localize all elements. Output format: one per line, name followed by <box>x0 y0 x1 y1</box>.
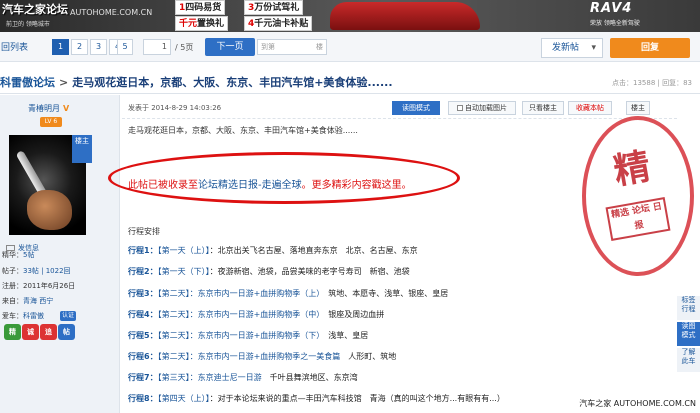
page-number-input[interactable]: 1 <box>143 39 171 55</box>
itinerary-line[interactable]: 行程7：【第三天】：东京迪士尼一日游 千叶县舞滨地区、东京湾 <box>128 372 358 383</box>
itinerary-line[interactable]: 行程4：【第二天】：东京市内一日游+血拼购物季（中） 银座及周边血拼 <box>128 309 384 320</box>
itinerary-line[interactable]: 行程8：【第四天（上）】：对于本论坛来说的重点—丰田汽车科技馆 青海（真的叫这个… <box>128 393 505 404</box>
promo-1[interactable]: 1四码易货 <box>175 0 226 15</box>
stamp-label: 精选 论坛 日报 <box>605 197 671 241</box>
owner-ribbon: 楼主 <box>72 135 92 163</box>
promo-3[interactable]: 千元置换礼 <box>175 16 229 31</box>
itinerary-line[interactable]: 行程1：【第一天（上）】：北京出关飞名古屋、落地直奔东京 北京、名古屋、东京 <box>128 245 418 256</box>
highlight-oval <box>108 152 460 204</box>
author-name[interactable]: 青椿明月 V <box>28 103 69 114</box>
next-page-button[interactable]: 下一页 <box>205 38 255 56</box>
page-5-button[interactable]: 5 <box>117 39 133 55</box>
verified-icon: V <box>63 104 70 113</box>
featured-stamp: 精 精选 论坛 日报 <box>582 116 694 276</box>
level-badge: LV 6 <box>40 117 62 127</box>
author-panel: 青椿明月 V LV 6 楼主 发信息 精华：5帖 帖子：33帖 | 1022回 注… <box>0 95 120 413</box>
medal-row: 精诚追帖 <box>4 324 76 342</box>
itinerary-line[interactable]: 行程3：【第二天】：东京市内一日游+血拼购物季（上） 筑地、本愿寺、浅草、银座、… <box>128 288 448 299</box>
thread-title: 走马观花逛日本，京都、大阪、东京、丰田汽车馆+美食体验...... <box>72 76 393 89</box>
medal-integrity-icon[interactable]: 诚 <box>22 324 39 340</box>
auto-load-images-toggle[interactable]: 自动加载图片 <box>448 101 516 115</box>
goto-floor-input[interactable]: 到第 楼 <box>257 39 327 55</box>
schedule-title: 行程安排 <box>128 227 160 236</box>
post-header: 发表于 2014-8-29 14:03:26 读图模式 自动加载图片 只看楼主 … <box>122 97 677 119</box>
checkbox-icon[interactable] <box>457 105 463 111</box>
car-ad-image[interactable] <box>330 2 480 30</box>
thread-stats: 点击：13588 | 回复：83 <box>612 79 692 87</box>
pagination-bar: 回列表 1 2 3 4 5 1 / 5页 下一页 到第 楼 发新帖 ▾ 回复 <box>0 32 700 62</box>
stamp-character: 精 <box>610 145 654 193</box>
top-banner[interactable]: 汽车之家论坛 前卫的 领略城市 AUTOHOME.COM.CN 1四码易货 3万… <box>0 0 700 32</box>
brand-logo: 汽车之家论坛 <box>2 3 68 16</box>
user-info-location: 来自：青海 西宁 <box>2 297 54 305</box>
brand-subtitle: 前卫的 领略城市 <box>6 21 50 28</box>
side-tab-learn-car[interactable]: 了解 此车 <box>677 348 700 372</box>
promo-4[interactable]: 4千元油卡补贴 <box>244 16 313 31</box>
floor-owner-label: 楼主 <box>626 101 650 115</box>
user-info-car: 爱车：科雷傲 <box>2 312 44 320</box>
promo-2[interactable]: 3万份试驾礼 <box>244 0 304 15</box>
reply-button[interactable]: 回复 <box>610 38 690 58</box>
back-to-list-link[interactable]: 回列表 <box>1 40 28 53</box>
page-3-button[interactable]: 3 <box>90 39 107 55</box>
side-tab-tags[interactable]: 标签 行程 <box>677 296 700 320</box>
side-tab-read-mode[interactable]: 读图 模式 <box>677 322 700 346</box>
chevron-down-icon: ▾ <box>591 43 596 53</box>
itinerary-line[interactable]: 行程5：【第二天】：东京市内一日游+血拼购物季（下） 浅草、皇居 <box>128 330 368 341</box>
medal-post-icon[interactable]: 帖 <box>58 324 75 340</box>
new-post-button[interactable]: 发新帖 ▾ <box>541 38 603 58</box>
page-2-button[interactable]: 2 <box>71 39 88 55</box>
medal-essence-icon[interactable]: 精 <box>4 324 21 340</box>
thread-title-bar: 科雷傲论坛 > 走马观花逛日本，京都、大阪、东京、丰田汽车馆+美食体验...... … <box>0 68 700 94</box>
medal-follow-icon[interactable]: 追 <box>40 324 57 340</box>
itinerary-line[interactable]: 行程2：【第一天（下）】：夜游新宿、池袋，品尝美味的老字号寿司 新宿、池袋 <box>128 266 410 277</box>
page-title: 科雷傲论坛 > 走马观花逛日本，京都、大阪、东京、丰田汽车馆+美食体验...... <box>0 76 393 89</box>
page-total: / 5页 <box>175 43 194 52</box>
only-owner-button[interactable]: 只看楼主 <box>522 101 564 115</box>
rav4-slogan: 荣放 领略全新驾驶 <box>590 20 640 27</box>
footer-watermark: 汽车之家 AUTOHOME.COM.CN <box>579 398 696 409</box>
user-info-register: 注册：2011年6月26日 <box>2 282 76 290</box>
page-1-button[interactable]: 1 <box>52 39 69 55</box>
favorite-button[interactable]: 收藏本帖 <box>568 101 612 115</box>
user-info-posts: 帖子：33帖 | 1022回 <box>2 267 71 275</box>
read-image-mode-button[interactable]: 读图模式 <box>392 101 440 115</box>
user-info-essence: 精华：5帖 <box>2 251 35 259</box>
rav4-logo: RAV4 <box>590 1 633 16</box>
post-time: 发表于 2014-8-29 14:03:26 <box>128 104 222 112</box>
certified-badge: 认证 <box>60 311 77 321</box>
breadcrumb-forum[interactable]: 科雷傲论坛 <box>0 76 55 89</box>
banner-watermark: AUTOHOME.COM.CN <box>70 8 153 17</box>
post-lead: 走马观花逛日本，京都、大阪、东京、丰田汽车馆+美食体验...... <box>128 126 358 135</box>
itinerary-line[interactable]: 行程6：【第二天】：东京市内一日游+血拼购物季之一美食篇 人形町、筑地 <box>128 351 396 362</box>
